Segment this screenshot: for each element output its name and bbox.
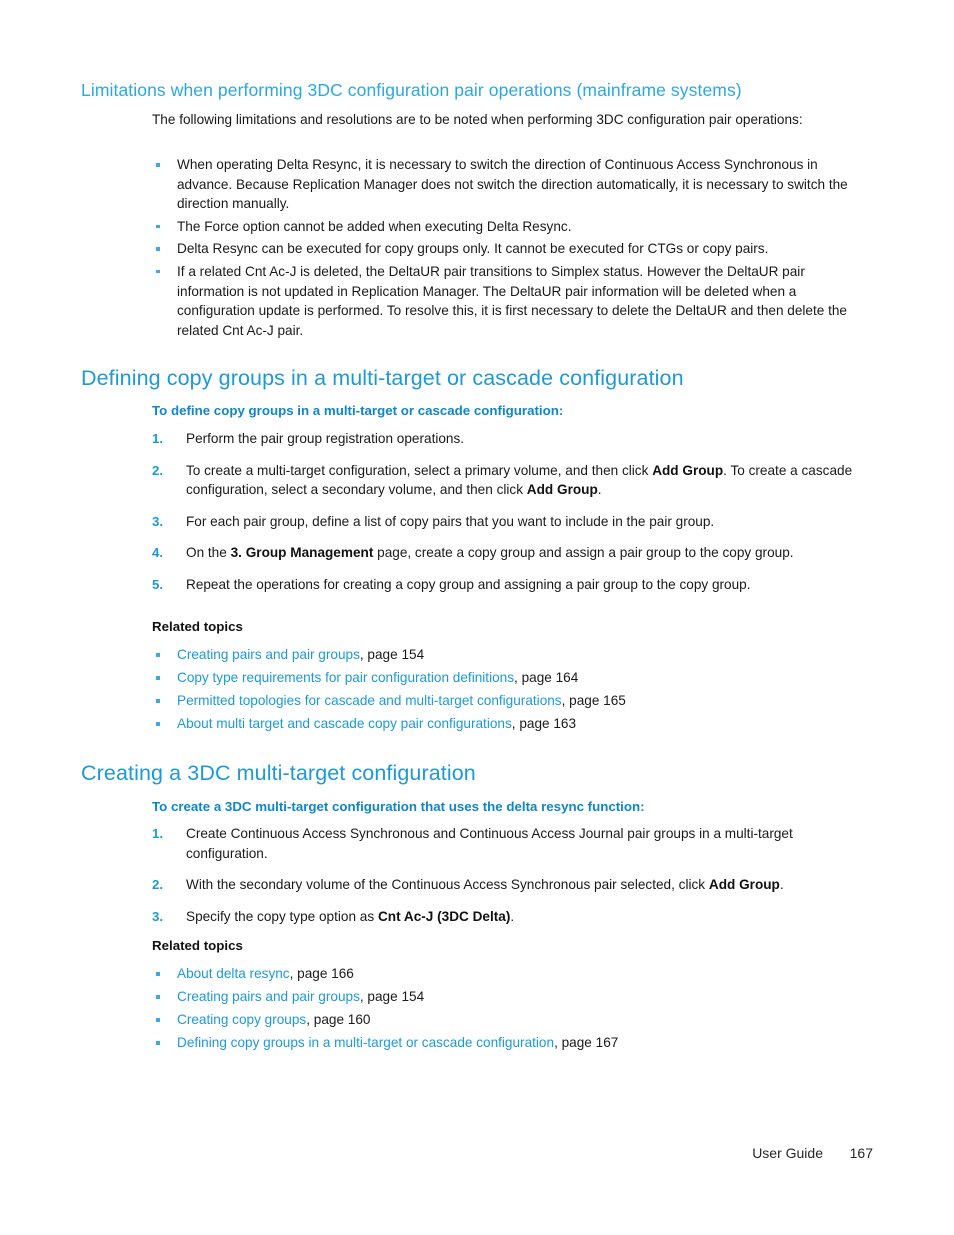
step-number: 5.	[152, 576, 164, 592]
bullet-square-icon	[156, 972, 160, 976]
list-item: About delta resync, page 166	[152, 962, 852, 985]
bullet-square-icon	[156, 676, 160, 680]
defining-copy-groups-steps: 1. Perform the pair group registration o…	[152, 429, 872, 607]
related-topics-label: Related topics	[152, 619, 243, 634]
list-item-text: Delta Resync can be executed for copy gr…	[177, 241, 769, 257]
footer-guide-label: User Guide	[752, 1145, 823, 1161]
step-text: Specify the copy type option as Cnt Ac-J…	[186, 908, 515, 924]
step-number: 1.	[152, 431, 164, 446]
related-topic-link[interactable]: Creating copy groups	[177, 1012, 306, 1027]
procedure-heading-create-3dc: To create a 3DC multi-target configurati…	[152, 799, 645, 814]
bullet-square-icon	[156, 163, 160, 167]
related-topic-link[interactable]: Copy type requirements for pair configur…	[177, 670, 514, 685]
related-topic-page: , page 160	[306, 1012, 371, 1027]
ui-button-reference: Add Group	[526, 482, 598, 498]
ui-button-reference: Add Group	[652, 462, 724, 478]
list-item: 3. Specify the copy type option as Cnt A…	[152, 907, 872, 927]
step-text: On the 3. Group Management page, create …	[186, 545, 794, 561]
list-item: If a related Cnt Ac-J is deleted, the De…	[152, 262, 852, 340]
document-page: Limitations when performing 3DC configur…	[0, 0, 954, 1235]
ui-option-reference: Cnt Ac-J (3DC Delta)	[377, 908, 511, 924]
list-item-text: If a related Cnt Ac-J is deleted, the De…	[177, 263, 847, 338]
bullet-square-icon	[156, 269, 160, 274]
list-item: 4. On the 3. Group Management page, crea…	[152, 543, 872, 563]
list-item: Delta Resync can be executed for copy gr…	[152, 239, 852, 259]
list-item: Creating pairs and pair groups, page 154	[152, 643, 852, 666]
section-heading-creating-3dc: Creating a 3DC multi-target configuratio…	[81, 761, 476, 785]
related-topics-label: Related topics	[152, 938, 243, 953]
related-topic-link[interactable]: Creating pairs and pair groups	[177, 989, 360, 1004]
list-item: The Force option cannot be added when ex…	[152, 217, 852, 237]
list-item: Creating copy groups, page 160	[152, 1008, 852, 1031]
ui-button-reference: Add Group	[708, 877, 780, 893]
procedure-heading-define-copy-groups: To define copy groups in a multi-target …	[152, 403, 564, 418]
step-number: 1.	[152, 826, 164, 841]
bullet-square-icon	[156, 1041, 160, 1045]
related-topic-link[interactable]: About delta resync	[177, 966, 290, 981]
step-number: 4.	[152, 545, 164, 561]
section-heading-defining-copy-groups: Defining copy groups in a multi-target o…	[81, 366, 684, 390]
related-topic-page: , page 166	[289, 966, 354, 981]
step-number: 3.	[152, 908, 164, 924]
list-item: 5. Repeat the operations for creating a …	[152, 575, 872, 595]
related-topic-page: , page 164	[514, 670, 579, 685]
step-text: To create a multi-target configuration, …	[186, 462, 853, 498]
step-text: For each pair group, define a list of co…	[186, 513, 715, 529]
intro-paragraph: The following limitations and resolution…	[152, 112, 803, 127]
related-topic-link[interactable]: Permitted topologies for cascade and mul…	[177, 693, 562, 708]
list-item-text: When operating Delta Resync, it is neces…	[177, 157, 848, 212]
step-text: Create Continuous Access Synchronous and…	[186, 826, 793, 861]
list-item: About multi target and cascade copy pair…	[152, 712, 852, 735]
step-text: With the secondary volume of the Continu…	[186, 877, 784, 893]
list-item: 1. Create Continuous Access Synchronous …	[152, 824, 872, 863]
list-item: Creating pairs and pair groups, page 154	[152, 985, 852, 1008]
step-number: 2.	[152, 462, 164, 478]
bullet-square-icon	[156, 224, 160, 229]
related-topic-link[interactable]: Creating pairs and pair groups	[177, 647, 360, 662]
related-topics-list: Creating pairs and pair groups, page 154…	[152, 643, 852, 735]
bullet-square-icon	[156, 653, 160, 657]
footer-page-number: 167	[849, 1145, 873, 1161]
limitations-bullet-list: When operating Delta Resync, it is neces…	[152, 155, 852, 343]
related-topic-page: , page 165	[561, 693, 626, 708]
list-item: 2. To create a multi-target configuratio…	[152, 461, 872, 500]
list-item: Permitted topologies for cascade and mul…	[152, 689, 852, 712]
related-topic-link[interactable]: Defining copy groups in a multi-target o…	[177, 1035, 554, 1050]
creating-3dc-steps: 1. Create Continuous Access Synchronous …	[152, 824, 872, 938]
related-topic-page: , page 154	[359, 647, 425, 662]
related-topic-page: , page 167	[554, 1035, 619, 1050]
bullet-square-icon	[156, 995, 160, 999]
related-topic-link[interactable]: About multi target and cascade copy pair…	[177, 716, 512, 731]
related-topics-list: About delta resync, page 166 Creating pa…	[152, 962, 852, 1054]
section-heading-limitations: Limitations when performing 3DC configur…	[81, 80, 742, 100]
related-topic-page: , page 154	[359, 989, 425, 1004]
list-item: Defining copy groups in a multi-target o…	[152, 1031, 852, 1054]
list-item: Copy type requirements for pair configur…	[152, 666, 852, 689]
related-topic-page: , page 163	[511, 716, 577, 731]
bullet-square-icon	[156, 1018, 160, 1022]
list-item: 3. For each pair group, define a list of…	[152, 512, 872, 532]
bullet-square-icon	[156, 247, 160, 251]
bullet-square-icon	[156, 722, 160, 726]
step-number: 2.	[152, 877, 164, 893]
step-number: 3.	[152, 513, 164, 529]
list-item: 2. With the secondary volume of the Cont…	[152, 875, 872, 895]
list-item: 1. Perform the pair group registration o…	[152, 429, 872, 449]
list-item: When operating Delta Resync, it is neces…	[152, 155, 852, 214]
ui-page-reference: 3. Group Management	[230, 545, 374, 561]
step-text: Perform the pair group registration oper…	[186, 431, 465, 446]
list-item-text: The Force option cannot be added when ex…	[177, 218, 572, 234]
bullet-square-icon	[156, 699, 160, 703]
step-text: Repeat the operations for creating a cop…	[186, 576, 751, 592]
